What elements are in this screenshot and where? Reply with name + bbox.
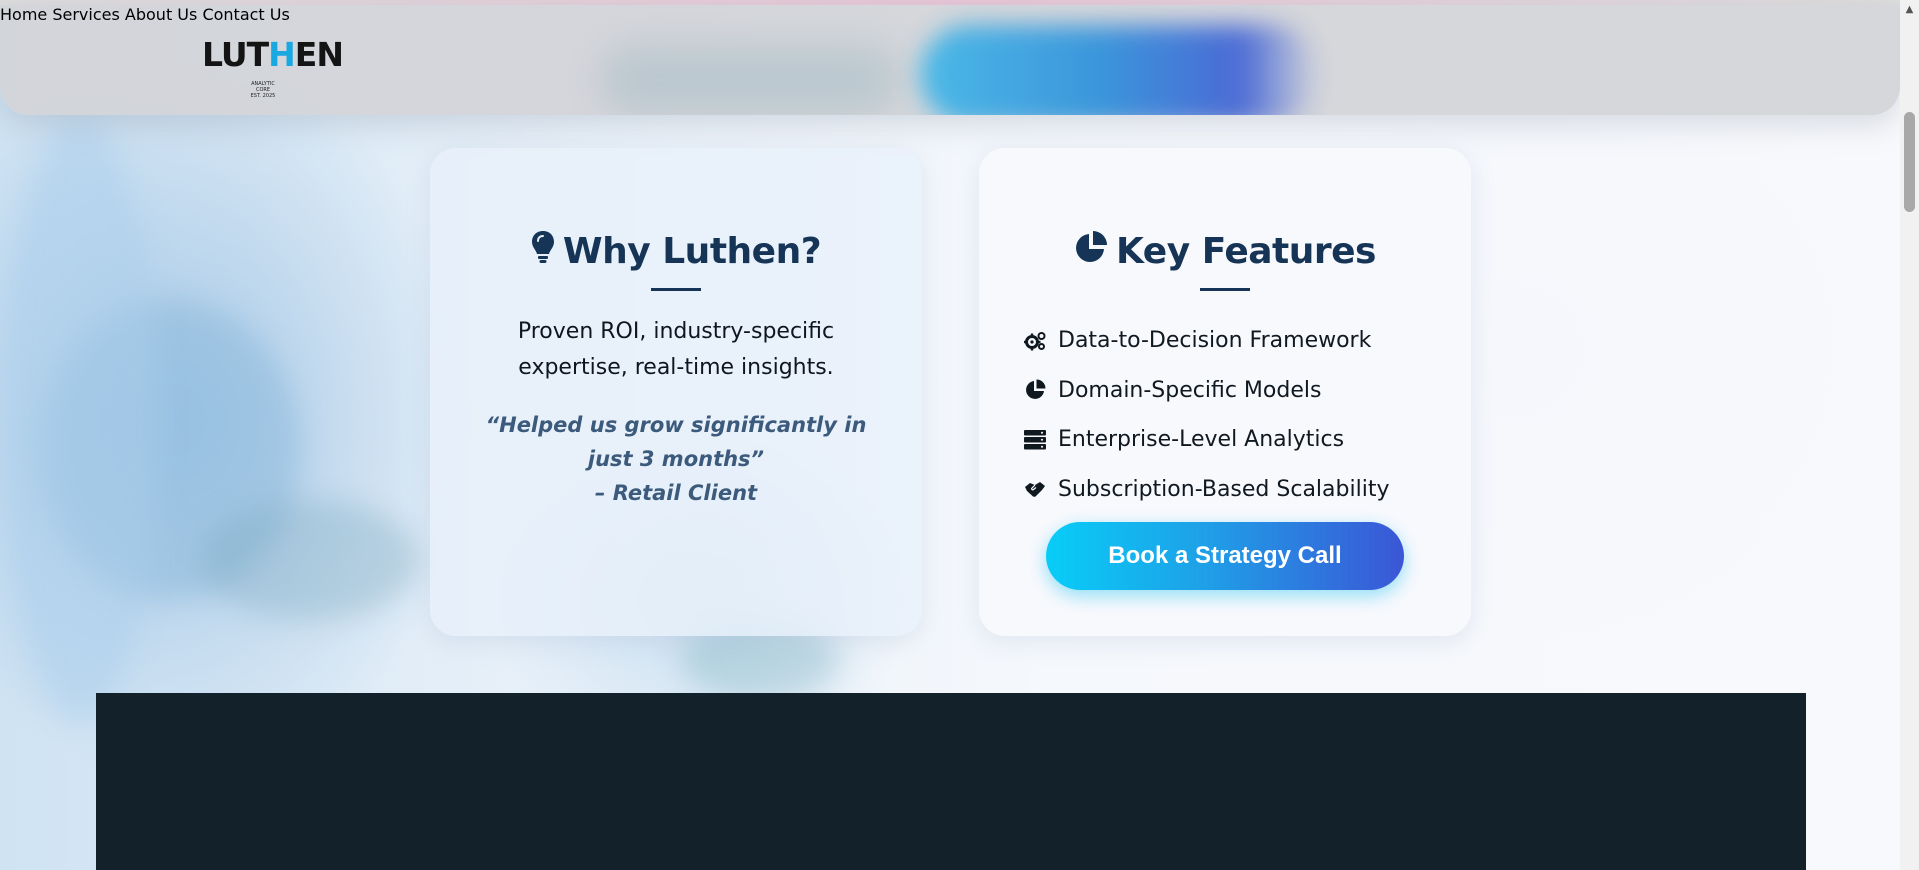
site-logo[interactable]: LUTHEN ANALYTIC CORE EST. 2025 bbox=[202, 35, 344, 99]
nav-services[interactable]: Services bbox=[52, 5, 119, 24]
feature-label: Enterprise-Level Analytics bbox=[1058, 427, 1345, 453]
server-icon bbox=[1024, 429, 1046, 451]
handshake-icon bbox=[1024, 478, 1046, 500]
background-blob bbox=[0, 120, 160, 720]
nav-home[interactable]: Home bbox=[0, 5, 47, 24]
feature-item: Data-to-Decision Framework bbox=[1024, 316, 1389, 366]
header-glow bbox=[600, 45, 900, 115]
testimonial-quote: “Helped us grow significantly in just 3 … bbox=[485, 413, 867, 471]
feature-item: Domain-Specific Models bbox=[1024, 366, 1389, 416]
logo-tagline: ANALYTIC CORE EST. 2025 bbox=[250, 81, 276, 99]
feature-label: Data-to-Decision Framework bbox=[1058, 328, 1372, 354]
nav-about-us[interactable]: About Us bbox=[125, 5, 197, 24]
feature-item: Subscription-Based Scalability bbox=[1024, 465, 1389, 515]
why-luthen-card: Why Luthen? Proven ROI, industry-specifi… bbox=[430, 148, 922, 636]
background-blob bbox=[200, 500, 420, 620]
dark-section bbox=[96, 693, 1806, 870]
scrollbar-thumb[interactable] bbox=[1904, 112, 1915, 212]
why-tagline: Proven ROI, industry-specific expertise,… bbox=[517, 319, 835, 380]
scrollbar[interactable]: ▲ bbox=[1900, 0, 1919, 870]
logo-wordmark: LUTHEN bbox=[202, 35, 344, 74]
key-features-card: Key Features Data-to-Decision Framework bbox=[979, 148, 1471, 636]
nav-contact-us[interactable]: Contact Us bbox=[202, 5, 289, 24]
cogs-icon bbox=[1024, 330, 1046, 352]
client-testimonial: “Helped us grow significantly in just 3 … bbox=[478, 408, 874, 510]
book-strategy-call-button[interactable]: Book a Strategy Call bbox=[1046, 522, 1404, 590]
feature-list: Data-to-Decision Framework Domain-Specif… bbox=[1024, 316, 1389, 514]
site-header: LUTHEN ANALYTIC CORE EST. 2025 Home Servi… bbox=[0, 5, 1900, 115]
heading-underline bbox=[1200, 288, 1250, 291]
chart-pie-icon bbox=[1024, 379, 1046, 401]
testimonial-author: – Retail Client bbox=[594, 481, 758, 505]
key-features-heading: Key Features bbox=[979, 230, 1471, 273]
header-glow bbox=[920, 25, 1320, 115]
feature-label: Domain-Specific Models bbox=[1058, 377, 1322, 403]
heading-underline bbox=[651, 288, 701, 291]
scroll-up-arrow-icon[interactable]: ▲ bbox=[1900, 3, 1919, 17]
feature-item: Enterprise-Level Analytics bbox=[1024, 415, 1389, 465]
why-luthen-heading: Why Luthen? bbox=[430, 230, 922, 273]
chart-pie-icon bbox=[1074, 230, 1108, 273]
lightbulb-icon bbox=[531, 230, 555, 273]
feature-label: Subscription-Based Scalability bbox=[1058, 476, 1390, 502]
